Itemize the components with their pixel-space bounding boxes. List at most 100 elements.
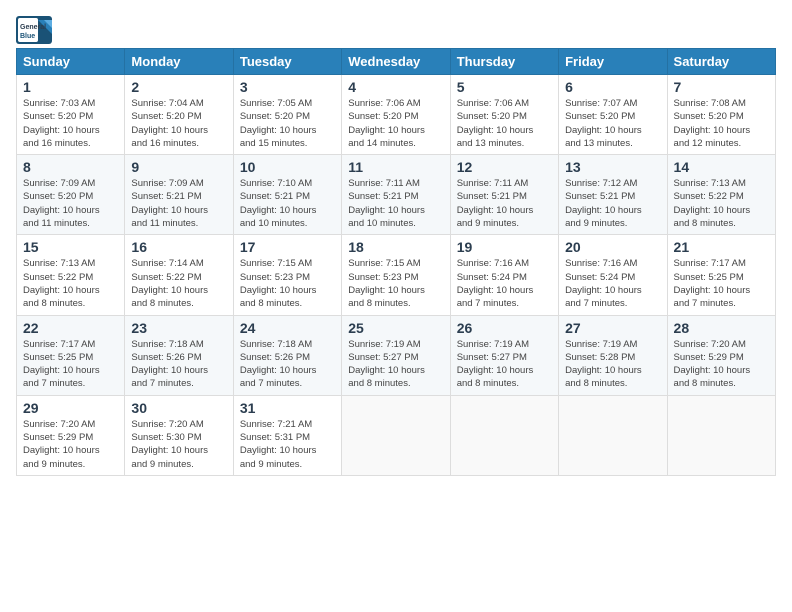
- day-number: 20: [565, 239, 660, 255]
- calendar-cell: 28Sunrise: 7:20 AMSunset: 5:29 PMDayligh…: [667, 315, 775, 395]
- day-number: 18: [348, 239, 443, 255]
- day-number: 15: [23, 239, 118, 255]
- calendar-cell: [667, 395, 775, 475]
- day-info: Sunrise: 7:18 AMSunset: 5:26 PMDaylight:…: [131, 338, 226, 391]
- day-info: Sunrise: 7:21 AMSunset: 5:31 PMDaylight:…: [240, 418, 335, 471]
- day-number: 9: [131, 159, 226, 175]
- calendar-cell: 26 Sunrise: 7:19 AMSunset: 5:27 PMDayligh…: [450, 315, 558, 395]
- day-info: Sunrise: 7:03 AMSunset: 5:20 PMDaylight:…: [23, 97, 118, 150]
- calendar-cell: 27Sunrise: 7:19 AMSunset: 5:28 PMDayligh…: [559, 315, 667, 395]
- day-info: Sunrise: 7:20 AMSunset: 5:30 PMDaylight:…: [131, 418, 226, 471]
- calendar-week-3: 15 Sunrise: 7:13 AMSunset: 5:22 PMDayligh…: [17, 235, 776, 315]
- calendar-cell: 29Sunrise: 7:20 AMSunset: 5:29 PMDayligh…: [17, 395, 125, 475]
- calendar-cell: 22Sunrise: 7:17 AMSunset: 5:25 PMDayligh…: [17, 315, 125, 395]
- day-number: 14: [674, 159, 769, 175]
- calendar-cell: 24 Sunrise: 7:18 AMSunset: 5:26 PMDayligh…: [233, 315, 341, 395]
- header: General Blue: [16, 16, 776, 44]
- day-number: 19: [457, 239, 552, 255]
- calendar-cell: 6 Sunrise: 7:07 AMSunset: 5:20 PMDaylight…: [559, 75, 667, 155]
- day-number: 29: [23, 400, 118, 416]
- day-info: Sunrise: 7:05 AMSunset: 5:20 PMDaylight:…: [240, 97, 335, 150]
- header-cell-thursday: Thursday: [450, 49, 558, 75]
- day-info: Sunrise: 7:09 AMSunset: 5:21 PMDaylight:…: [131, 177, 226, 230]
- day-info: Sunrise: 7:19 AMSunset: 5:28 PMDaylight:…: [565, 338, 660, 391]
- header-cell-wednesday: Wednesday: [342, 49, 450, 75]
- day-number: 26: [457, 320, 552, 336]
- calendar-cell: 18 Sunrise: 7:15 AMSunset: 5:23 PMDayligh…: [342, 235, 450, 315]
- day-number: 6: [565, 79, 660, 95]
- calendar-cell: 8Sunrise: 7:09 AMSunset: 5:20 PMDaylight…: [17, 155, 125, 235]
- calendar-cell: 13 Sunrise: 7:12 AMSunset: 5:21 PMDayligh…: [559, 155, 667, 235]
- calendar-cell: [450, 395, 558, 475]
- day-info: Sunrise: 7:04 AMSunset: 5:20 PMDaylight:…: [131, 97, 226, 150]
- day-number: 5: [457, 79, 552, 95]
- day-info: Sunrise: 7:17 AMSunset: 5:25 PMDaylight:…: [674, 257, 769, 310]
- day-info: Sunrise: 7:14 AMSunset: 5:22 PMDaylight:…: [131, 257, 226, 310]
- calendar-cell: 30 Sunrise: 7:20 AMSunset: 5:30 PMDayligh…: [125, 395, 233, 475]
- calendar-cell: 12 Sunrise: 7:11 AMSunset: 5:21 PMDayligh…: [450, 155, 558, 235]
- day-info: Sunrise: 7:07 AMSunset: 5:20 PMDaylight:…: [565, 97, 660, 150]
- calendar-cell: [559, 395, 667, 475]
- calendar-cell: 25Sunrise: 7:19 AMSunset: 5:27 PMDayligh…: [342, 315, 450, 395]
- svg-text:Blue: Blue: [20, 33, 35, 40]
- day-info: Sunrise: 7:06 AMSunset: 5:20 PMDaylight:…: [348, 97, 443, 150]
- day-info: Sunrise: 7:15 AMSunset: 5:23 PMDaylight:…: [348, 257, 443, 310]
- calendar-cell: 5 Sunrise: 7:06 AMSunset: 5:20 PMDaylight…: [450, 75, 558, 155]
- day-info: Sunrise: 7:16 AMSunset: 5:24 PMDaylight:…: [565, 257, 660, 310]
- calendar-cell: 17Sunrise: 7:15 AMSunset: 5:23 PMDayligh…: [233, 235, 341, 315]
- day-number: 24: [240, 320, 335, 336]
- day-number: 11: [348, 159, 443, 175]
- calendar-week-2: 8Sunrise: 7:09 AMSunset: 5:20 PMDaylight…: [17, 155, 776, 235]
- day-number: 16: [131, 239, 226, 255]
- calendar-cell: 20 Sunrise: 7:16 AMSunset: 5:24 PMDayligh…: [559, 235, 667, 315]
- day-number: 13: [565, 159, 660, 175]
- calendar-cell: 7 Sunrise: 7:08 AMSunset: 5:20 PMDaylight…: [667, 75, 775, 155]
- day-info: Sunrise: 7:16 AMSunset: 5:24 PMDaylight:…: [457, 257, 552, 310]
- header-cell-sunday: Sunday: [17, 49, 125, 75]
- day-info: Sunrise: 7:13 AMSunset: 5:22 PMDaylight:…: [23, 257, 118, 310]
- calendar-cell: 19 Sunrise: 7:16 AMSunset: 5:24 PMDayligh…: [450, 235, 558, 315]
- calendar-cell: 3 Sunrise: 7:05 AMSunset: 5:20 PMDaylight…: [233, 75, 341, 155]
- calendar-table: SundayMondayTuesdayWednesdayThursdayFrid…: [16, 48, 776, 476]
- logo-icon: General Blue: [16, 16, 52, 44]
- calendar-cell: 10 Sunrise: 7:10 AMSunset: 5:21 PMDayligh…: [233, 155, 341, 235]
- day-info: Sunrise: 7:08 AMSunset: 5:20 PMDaylight:…: [674, 97, 769, 150]
- day-number: 25: [348, 320, 443, 336]
- day-info: Sunrise: 7:09 AMSunset: 5:20 PMDaylight:…: [23, 177, 118, 230]
- day-info: Sunrise: 7:11 AMSunset: 5:21 PMDaylight:…: [457, 177, 552, 230]
- page-container: General Blue SundayMondayTuesdayWednesda…: [0, 0, 792, 484]
- day-number: 23: [131, 320, 226, 336]
- day-info: Sunrise: 7:13 AMSunset: 5:22 PMDaylight:…: [674, 177, 769, 230]
- calendar-cell: 31 Sunrise: 7:21 AMSunset: 5:31 PMDayligh…: [233, 395, 341, 475]
- calendar-cell: 14 Sunrise: 7:13 AMSunset: 5:22 PMDayligh…: [667, 155, 775, 235]
- calendar-cell: 11Sunrise: 7:11 AMSunset: 5:21 PMDayligh…: [342, 155, 450, 235]
- day-info: Sunrise: 7:12 AMSunset: 5:21 PMDaylight:…: [565, 177, 660, 230]
- day-number: 7: [674, 79, 769, 95]
- day-number: 1: [23, 79, 118, 95]
- calendar-week-5: 29Sunrise: 7:20 AMSunset: 5:29 PMDayligh…: [17, 395, 776, 475]
- day-info: Sunrise: 7:19 AMSunset: 5:27 PMDaylight:…: [457, 338, 552, 391]
- header-cell-monday: Monday: [125, 49, 233, 75]
- calendar-week-4: 22Sunrise: 7:17 AMSunset: 5:25 PMDayligh…: [17, 315, 776, 395]
- calendar-cell: 2Sunrise: 7:04 AMSunset: 5:20 PMDaylight…: [125, 75, 233, 155]
- day-number: 10: [240, 159, 335, 175]
- day-number: 21: [674, 239, 769, 255]
- header-cell-saturday: Saturday: [667, 49, 775, 75]
- calendar-cell: 15 Sunrise: 7:13 AMSunset: 5:22 PMDayligh…: [17, 235, 125, 315]
- day-number: 12: [457, 159, 552, 175]
- day-number: 17: [240, 239, 335, 255]
- day-number: 30: [131, 400, 226, 416]
- calendar-cell: 23 Sunrise: 7:18 AMSunset: 5:26 PMDayligh…: [125, 315, 233, 395]
- logo: General Blue: [16, 16, 56, 44]
- calendar-cell: 21 Sunrise: 7:17 AMSunset: 5:25 PMDayligh…: [667, 235, 775, 315]
- day-number: 4: [348, 79, 443, 95]
- day-info: Sunrise: 7:18 AMSunset: 5:26 PMDaylight:…: [240, 338, 335, 391]
- svg-text:General: General: [20, 24, 46, 31]
- day-number: 31: [240, 400, 335, 416]
- calendar-cell: 1 Sunrise: 7:03 AMSunset: 5:20 PMDaylight…: [17, 75, 125, 155]
- day-number: 3: [240, 79, 335, 95]
- day-info: Sunrise: 7:17 AMSunset: 5:25 PMDaylight:…: [23, 338, 118, 391]
- day-info: Sunrise: 7:10 AMSunset: 5:21 PMDaylight:…: [240, 177, 335, 230]
- header-cell-friday: Friday: [559, 49, 667, 75]
- day-info: Sunrise: 7:06 AMSunset: 5:20 PMDaylight:…: [457, 97, 552, 150]
